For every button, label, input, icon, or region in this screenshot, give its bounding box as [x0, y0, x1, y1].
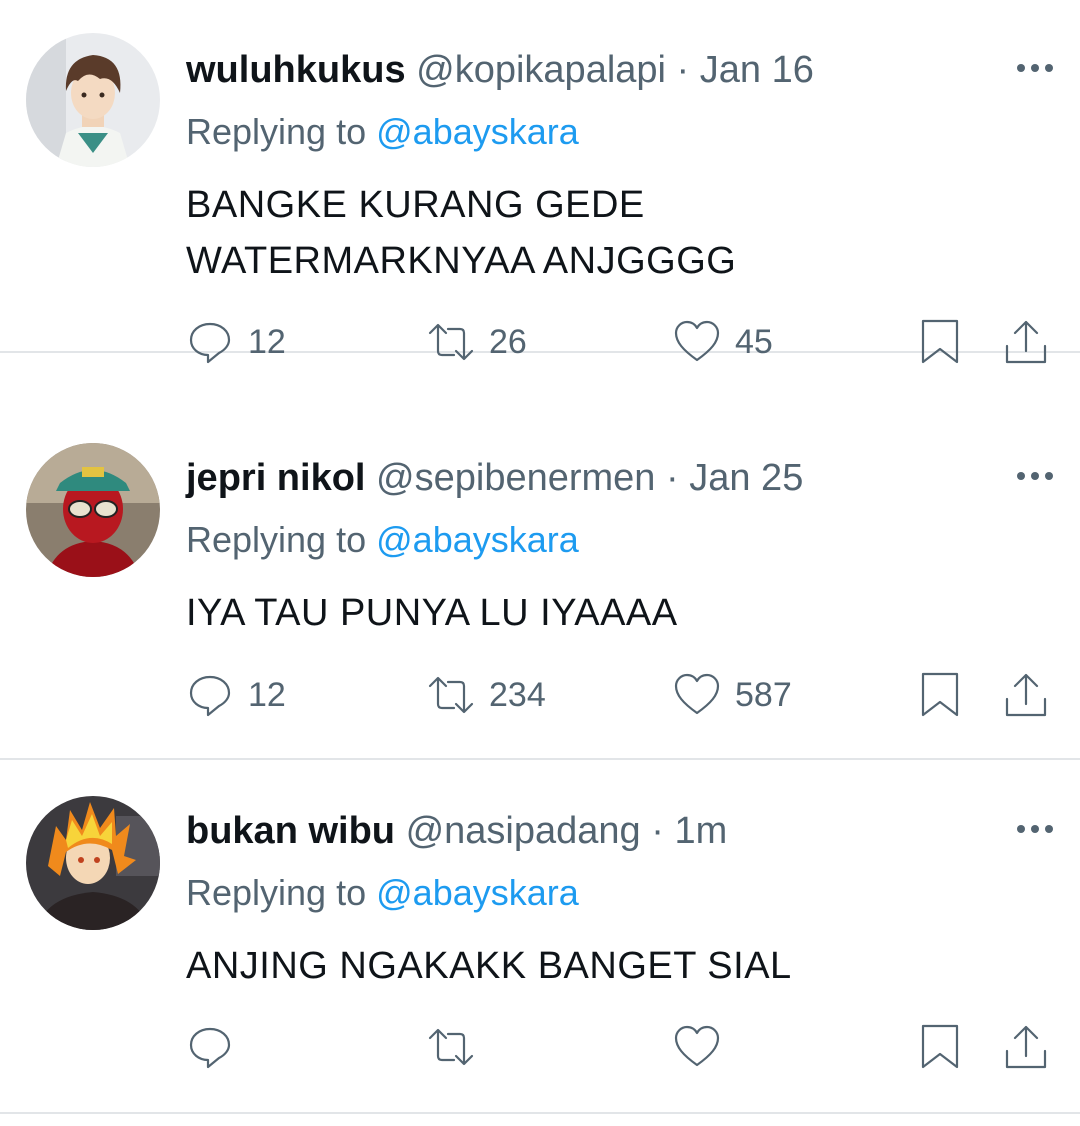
separator-dot: ·	[666, 457, 679, 499]
tweet-reply[interactable]: jepri nikol @sepibenermen · Jan 25 Reply…	[0, 407, 1080, 760]
tweet-text: ANJING NGAKAKK BANGET SIAL	[186, 938, 1006, 994]
tweet-reply[interactable]: bukan wibu @nasipadang · 1m Replying to …	[0, 760, 1080, 1114]
replying-to: Replying to @abayskara	[186, 871, 579, 915]
timestamp[interactable]: 1m	[674, 810, 727, 852]
mention-link[interactable]: @abayskara	[376, 872, 579, 913]
bookmark-button[interactable]	[916, 317, 964, 367]
replying-label: Replying to	[186, 111, 367, 152]
display-name[interactable]: jepri nikol	[186, 457, 365, 499]
more-options-icon[interactable]	[1016, 823, 1054, 835]
mention-link[interactable]: @abayskara	[376, 519, 579, 560]
reply-button[interactable]	[186, 1022, 234, 1072]
user-handle[interactable]: @nasipadang	[406, 810, 641, 852]
retweet-icon	[428, 676, 474, 714]
user-handle[interactable]: @kopikapalapi	[416, 49, 666, 91]
tweet-header: jepri nikol @sepibenermen · Jan 25	[186, 456, 803, 500]
like-button[interactable]: 587	[673, 670, 792, 720]
more-options-icon[interactable]	[1016, 470, 1054, 482]
timestamp[interactable]: Jan 25	[689, 457, 803, 499]
reply-icon	[189, 1027, 231, 1069]
display-name[interactable]: bukan wibu	[186, 810, 395, 852]
avatar[interactable]	[26, 33, 160, 167]
retweet-icon	[428, 1028, 474, 1066]
replying-to: Replying to @abayskara	[186, 518, 579, 562]
separator-dot: ·	[676, 49, 690, 91]
retweet-count: 234	[489, 676, 546, 714]
like-count: 45	[735, 323, 773, 361]
like-button[interactable]: 45	[673, 317, 773, 367]
display-name[interactable]: wuluhkukus	[186, 49, 406, 91]
retweet-button[interactable]: 234	[427, 670, 546, 720]
heart-icon	[674, 673, 720, 715]
retweet-button[interactable]	[427, 1022, 475, 1072]
share-button[interactable]	[1002, 670, 1050, 720]
bookmark-icon	[921, 319, 959, 364]
action-bar: 12 26 45	[0, 317, 1080, 367]
replying-label: Replying to	[186, 519, 367, 560]
reply-button[interactable]: 12	[186, 670, 286, 720]
tweet-text-line: IYA TAU PUNYA LU IYAAAA	[186, 592, 678, 634]
replying-label: Replying to	[186, 872, 367, 913]
reply-icon	[189, 675, 231, 717]
tweet-text-line: WATERMARKNYAA ANJGGGG	[186, 240, 737, 282]
mention-link[interactable]: @abayskara	[376, 111, 579, 152]
user-handle[interactable]: @sepibenermen	[376, 457, 655, 499]
reply-icon	[189, 322, 231, 364]
heart-icon	[674, 1025, 720, 1067]
bookmark-icon	[921, 1024, 959, 1069]
retweet-icon	[428, 323, 474, 361]
tweet-header: bukan wibu @nasipadang · 1m	[186, 809, 727, 853]
replying-to: Replying to @abayskara	[186, 110, 579, 154]
heart-icon	[674, 320, 720, 362]
separator-dot: ·	[651, 810, 664, 852]
bookmark-button[interactable]	[916, 1022, 964, 1072]
bookmark-icon	[921, 672, 959, 717]
timestamp[interactable]: Jan 16	[700, 49, 814, 91]
tweet-header: wuluhkukus @kopikapalapi · Jan 16	[186, 48, 814, 92]
share-icon	[1005, 1025, 1047, 1069]
tweet-text-line: ANJING NGAKAKK BANGET SIAL	[186, 945, 792, 987]
reply-button[interactable]: 12	[186, 317, 286, 367]
tweet-text-line: BANGKE KURANG GEDE	[186, 184, 645, 226]
avatar[interactable]	[26, 443, 160, 577]
tweet-text: BANGKE KURANG GEDE WATERMARKNYAA ANJGGGG	[186, 177, 1006, 289]
bookmark-button[interactable]	[916, 670, 964, 720]
more-options-icon[interactable]	[1016, 62, 1054, 74]
reply-count: 12	[248, 676, 286, 714]
share-icon	[1005, 673, 1047, 717]
retweet-count: 26	[489, 323, 527, 361]
share-button[interactable]	[1002, 317, 1050, 367]
reply-count: 12	[248, 323, 286, 361]
tweet-text: IYA TAU PUNYA LU IYAAAA	[186, 585, 1006, 641]
tweet-reply[interactable]: wuluhkukus @kopikapalapi · Jan 16 Replyi…	[0, 0, 1080, 364]
action-bar: 12 234 587	[0, 670, 1080, 720]
share-icon	[1005, 320, 1047, 364]
retweet-button[interactable]: 26	[427, 317, 527, 367]
avatar[interactable]	[26, 796, 160, 930]
like-count: 587	[735, 676, 792, 714]
like-button[interactable]	[673, 1022, 721, 1072]
action-bar	[0, 1022, 1080, 1072]
share-button[interactable]	[1002, 1022, 1050, 1072]
